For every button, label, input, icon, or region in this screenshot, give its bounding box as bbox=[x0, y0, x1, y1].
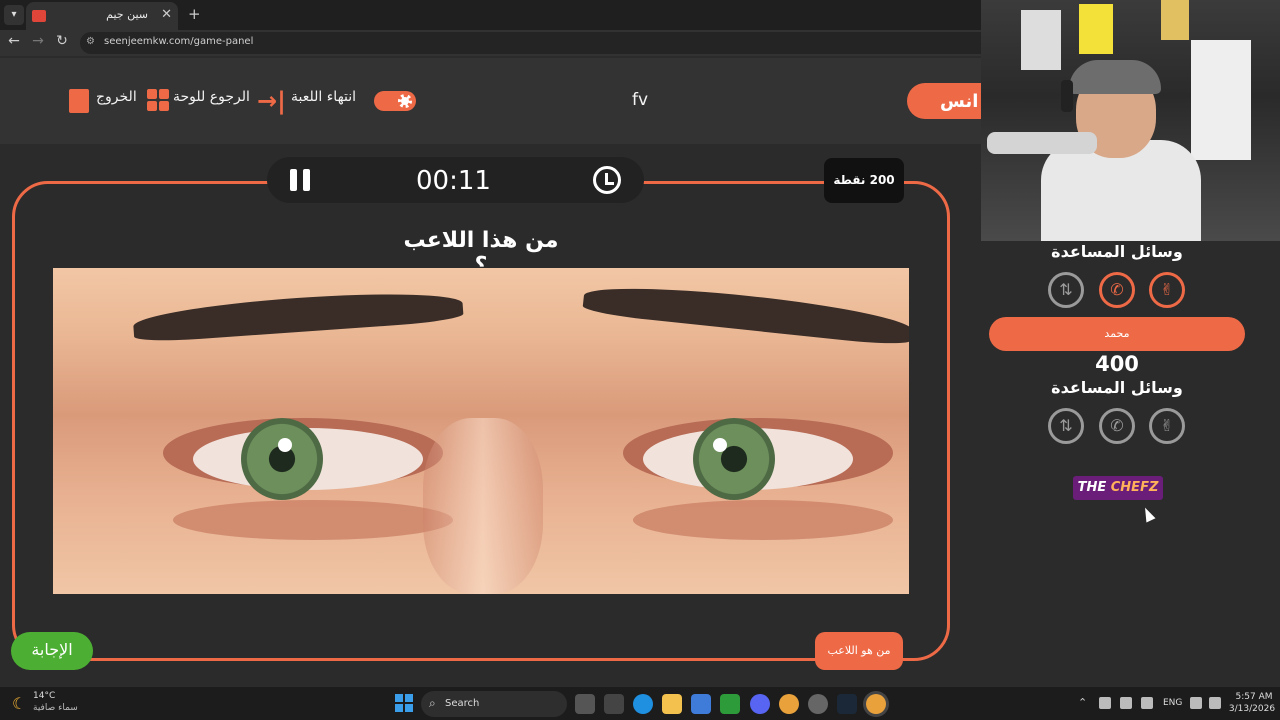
call-aid-icon[interactable]: ✆ bbox=[1099, 408, 1135, 444]
exit-icon[interactable] bbox=[69, 89, 89, 113]
team-left-name: fv bbox=[632, 90, 649, 110]
language-indicator[interactable]: ENG bbox=[1163, 698, 1182, 708]
file-explorer-icon[interactable] bbox=[662, 694, 682, 714]
end-game-arrow-icon[interactable]: →| bbox=[257, 89, 286, 113]
chrome-active-icon[interactable] bbox=[866, 694, 886, 714]
tab-title: سين جيم bbox=[106, 8, 148, 21]
browser-tab[interactable]: سين جيم ✕ bbox=[26, 2, 178, 30]
end-game-button[interactable]: انتهاء اللعبة bbox=[291, 89, 356, 105]
app-icon[interactable] bbox=[604, 694, 624, 714]
clock-date[interactable]: 3/13/2026 bbox=[1226, 704, 1278, 714]
points-value: 200 نقطة bbox=[833, 173, 895, 187]
the-chefz-logo: THE CHEFZ bbox=[1073, 476, 1163, 500]
timer-display: 00:11 bbox=[416, 166, 491, 196]
tray-chevron-icon[interactable]: ⌃ bbox=[1078, 696, 1087, 709]
clock-time[interactable]: 5:57 AM bbox=[1234, 692, 1274, 702]
two-answers-aid-icon[interactable]: ✌ bbox=[1149, 272, 1185, 308]
answer-button[interactable]: الإجابة bbox=[11, 632, 93, 670]
reset-timer-icon[interactable] bbox=[593, 166, 621, 194]
new-tab-icon[interactable]: + bbox=[188, 5, 201, 23]
weather-temp[interactable]: 14°C bbox=[33, 691, 55, 701]
question-image bbox=[53, 268, 909, 594]
swap-aid-icon[interactable]: ⇅ bbox=[1048, 272, 1084, 308]
exit-button[interactable]: الخروج bbox=[96, 89, 137, 105]
settings-toggle[interactable] bbox=[374, 91, 416, 111]
xbox-icon[interactable] bbox=[720, 694, 740, 714]
taskbar-search[interactable]: ⌕ Search bbox=[421, 691, 567, 717]
url-field[interactable]: ⚙ seenjeemkw.com/game-panel bbox=[80, 32, 1060, 54]
search-icon: ⌕ bbox=[429, 696, 436, 710]
app-icon-2[interactable] bbox=[808, 694, 828, 714]
steam-icon[interactable] bbox=[837, 694, 857, 714]
network-icon[interactable] bbox=[1190, 697, 1202, 709]
tray-steam-icon[interactable] bbox=[1120, 697, 1132, 709]
toggle-knob bbox=[398, 94, 412, 108]
edge-icon[interactable] bbox=[633, 694, 653, 714]
pause-icon[interactable] bbox=[290, 169, 310, 191]
site-favicon-icon bbox=[32, 10, 46, 22]
board-grid-icon[interactable] bbox=[147, 89, 169, 111]
forward-icon[interactable]: → bbox=[28, 33, 48, 49]
windows-start-icon[interactable] bbox=[395, 694, 413, 712]
team2-aids-title: وسائل المساعدة bbox=[1051, 378, 1183, 397]
store-icon[interactable] bbox=[691, 694, 711, 714]
team-right-name: انس bbox=[940, 91, 979, 112]
back-to-board-button[interactable]: الرجوع للوحة bbox=[173, 89, 250, 105]
moon-icon[interactable]: ☾ bbox=[12, 694, 26, 713]
team2-name-pill: محمد bbox=[989, 317, 1245, 351]
discord-icon[interactable] bbox=[750, 694, 770, 714]
answer-label: الإجابة bbox=[31, 640, 73, 659]
volume-icon[interactable] bbox=[1209, 697, 1221, 709]
microphone-icon[interactable] bbox=[1141, 697, 1153, 709]
reload-icon[interactable]: ↻ bbox=[52, 33, 72, 49]
tray-app-icon[interactable] bbox=[1099, 697, 1111, 709]
chrome-icon[interactable] bbox=[779, 694, 799, 714]
points-badge: 200 نقطة bbox=[824, 158, 904, 203]
url-text: seenjeemkw.com/game-panel bbox=[104, 36, 254, 47]
search-label: Search bbox=[445, 698, 480, 709]
back-icon[interactable]: ← bbox=[4, 33, 24, 49]
team1-aids-title: وسائل المساعدة bbox=[1051, 242, 1183, 261]
category-button[interactable]: من هو اللاعب bbox=[815, 632, 903, 670]
call-aid-icon[interactable]: ✆ bbox=[1099, 272, 1135, 308]
tab-list-button[interactable]: ▾ bbox=[4, 5, 24, 25]
team2-score: 400 bbox=[1095, 352, 1139, 376]
swap-aid-icon[interactable]: ⇅ bbox=[1048, 408, 1084, 444]
two-answers-aid-icon[interactable]: ✌ bbox=[1149, 408, 1185, 444]
category-label: من هو اللاعب bbox=[827, 644, 891, 657]
task-view-icon[interactable] bbox=[575, 694, 595, 714]
tab-close-icon[interactable]: ✕ bbox=[161, 7, 172, 22]
weather-desc[interactable]: سماء صافية bbox=[33, 703, 78, 713]
team2-name: محمد bbox=[1104, 327, 1130, 340]
webcam-overlay bbox=[981, 0, 1280, 241]
site-info-icon[interactable]: ⚙ bbox=[86, 36, 95, 47]
